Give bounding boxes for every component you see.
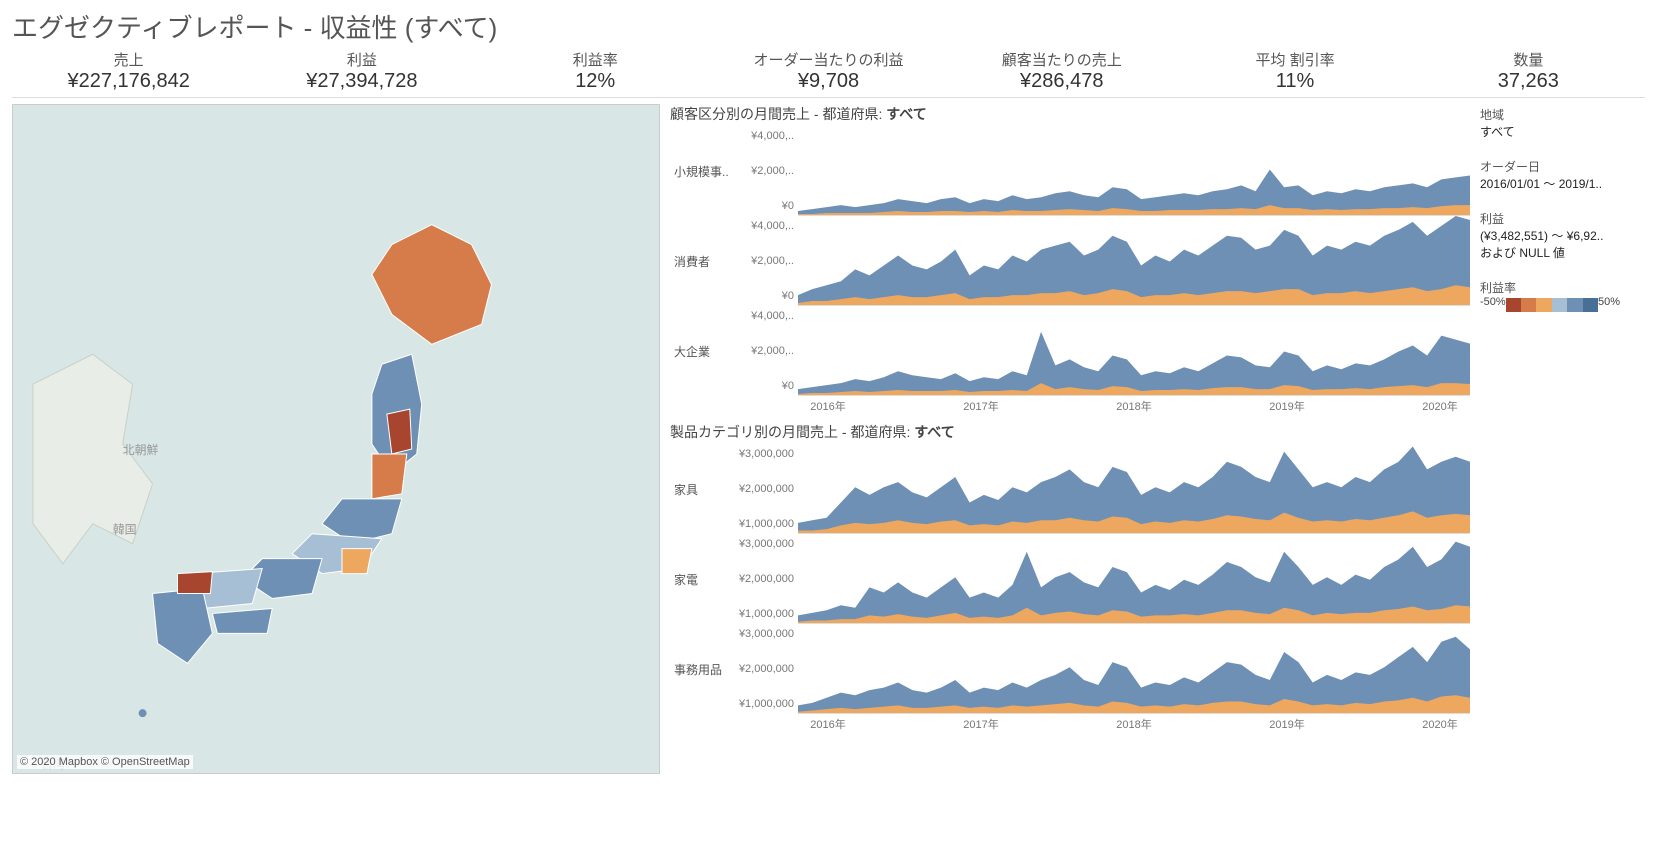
- chart1-title-prefix: 顧客区分別の月間売上 - 都道府県:: [670, 106, 886, 122]
- chart-product-category: 製品カテゴリ別の月間売上 - 都道府県: すべて 家具 ¥3,000,000¥2…: [670, 422, 1470, 732]
- chart1-title-bold: すべて: [886, 106, 926, 122]
- map-credit: © 2020 Mapbox © OpenStreetMap: [17, 755, 193, 769]
- filter-profit[interactable]: 利益 (¥3,482,551) ～ ¥6,92.. および NULL 値: [1480, 210, 1645, 261]
- label-north-korea: 北朝鮮: [123, 443, 159, 457]
- legend-profit-ratio: 利益率 -50% 50%: [1480, 279, 1645, 314]
- kpi-5: 平均 割引率11%: [1178, 49, 1411, 93]
- facet-大企業[interactable]: 大企業 ¥4,000,..¥2,000,..¥0: [670, 306, 1470, 396]
- label-south-korea: 韓国: [113, 523, 137, 537]
- chart-customer-segment: 顧客区分別の月間売上 - 都道府県: すべて 小規模事.. ¥4,000,..¥…: [670, 104, 1470, 414]
- kpi-2: 利益率12%: [479, 49, 712, 93]
- filter-region[interactable]: 地域 すべて: [1480, 106, 1645, 140]
- kpi-0: 売上¥227,176,842: [12, 49, 245, 93]
- filter-order-date[interactable]: オーダー日 2016/01/01 ～ 2019/1..: [1480, 158, 1645, 192]
- facet-家具[interactable]: 家具 ¥3,000,000¥2,000,000¥1,000,000: [670, 444, 1470, 534]
- map-japan[interactable]: 北朝鮮 韓国 台湾: [12, 104, 660, 774]
- facet-家電[interactable]: 家電 ¥3,000,000¥2,000,000¥1,000,000: [670, 534, 1470, 624]
- filter-panel: 地域 すべて オーダー日 2016/01/01 ～ 2019/1.. 利益 (¥…: [1480, 104, 1645, 774]
- facet-事務用品[interactable]: 事務用品 ¥3,000,000¥2,000,000¥1,000,000: [670, 624, 1470, 714]
- facet-小規模事業所[interactable]: 小規模事.. ¥4,000,..¥2,000,..¥0: [670, 126, 1470, 216]
- page-title: エグゼクティブレポート - 収益性 (すべて): [12, 8, 1645, 45]
- kpi-6: 数量37,263: [1412, 49, 1645, 93]
- kpi-1: 利益¥27,394,728: [245, 49, 478, 93]
- kpi-row: 売上¥227,176,842利益¥27,394,728利益率12%オーダー当たり…: [12, 49, 1645, 98]
- kpi-4: 顧客当たりの売上¥286,478: [945, 49, 1178, 93]
- chart2-title-bold: すべて: [914, 424, 954, 440]
- facet-消費者[interactable]: 消費者 ¥4,000,..¥2,000,..¥0: [670, 216, 1470, 306]
- kpi-3: オーダー当たりの利益¥9,708: [712, 49, 945, 93]
- chart2-title-prefix: 製品カテゴリ別の月間売上 - 都道府県:: [670, 424, 914, 440]
